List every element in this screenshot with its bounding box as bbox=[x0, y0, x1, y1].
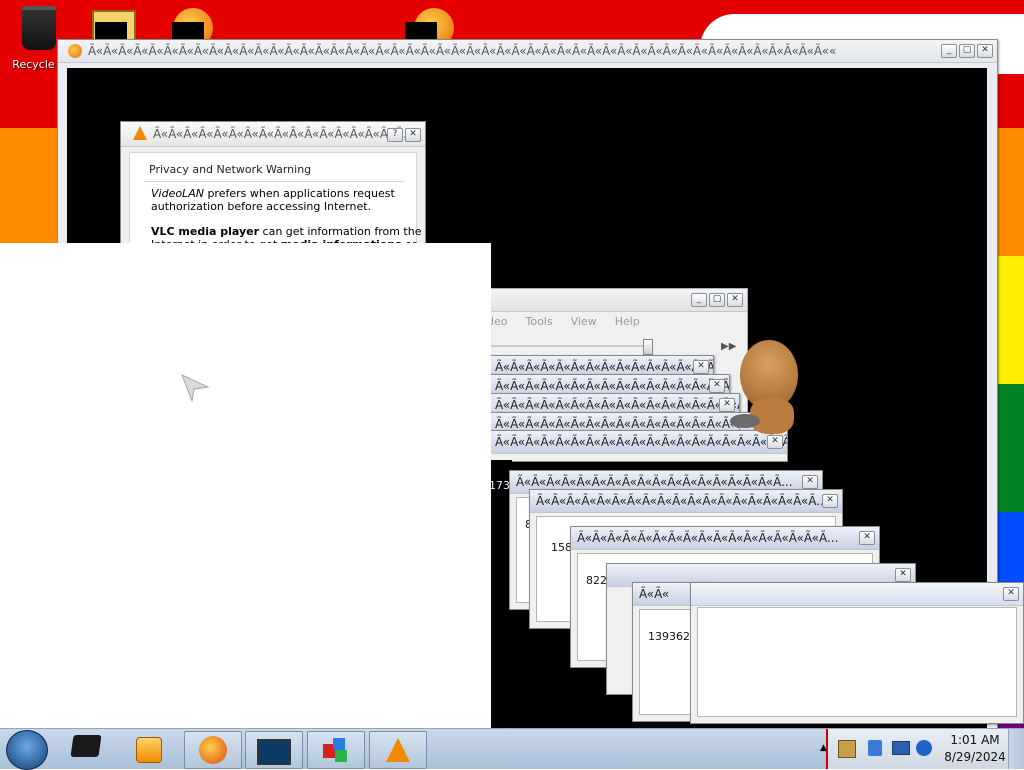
close-button[interactable]: ✕ bbox=[895, 568, 911, 582]
videolan-text: VideoLAN bbox=[151, 187, 204, 200]
menu-tools[interactable]: Tools bbox=[525, 315, 552, 333]
close-button[interactable]: ✕ bbox=[709, 379, 725, 393]
redacted-icon-block bbox=[172, 22, 204, 40]
minimize-button[interactable]: _ bbox=[941, 44, 957, 58]
dialog-line-3: VLC media player can get information fro… bbox=[151, 225, 421, 238]
dialog-line-1: VideoLAN prefers when applications reque… bbox=[151, 187, 395, 200]
vlc-bold-text: VLC media player bbox=[151, 225, 260, 238]
close-button[interactable]: ✕ bbox=[693, 360, 709, 374]
taskbar-window[interactable] bbox=[245, 731, 303, 769]
popup-title: Ã«Ã« bbox=[639, 587, 670, 601]
redacted-icon-block bbox=[95, 22, 127, 40]
hamster-image bbox=[730, 340, 800, 436]
blank-window[interactable] bbox=[0, 243, 491, 729]
chevron-up-icon[interactable]: ▲ bbox=[820, 743, 827, 753]
menu-view[interactable]: View bbox=[571, 315, 597, 333]
redacted-icon-block bbox=[405, 22, 437, 40]
taskbar: ▲ 1:01 AM 8/29/2024 bbox=[0, 728, 1024, 770]
line1-text: prefers when applications request bbox=[203, 187, 395, 200]
vlc-privacy-dialog[interactable]: Ã«Ã«Ã«Ã«Ã«Ã«Ã«Ã«Ã«Ã«Ã«Ã«Ã«Ã«Ã«Ã«Ã... ? ✕… bbox=[120, 121, 426, 263]
number-text: 158 bbox=[551, 541, 572, 554]
popup-window[interactable]: ✕ bbox=[690, 582, 1024, 724]
show-desktop-button[interactable] bbox=[1008, 729, 1024, 769]
firefox-icon bbox=[68, 44, 82, 58]
close-button[interactable]: ✕ bbox=[405, 128, 421, 142]
monitor-icon bbox=[257, 739, 291, 765]
help-button[interactable]: ? bbox=[387, 128, 403, 142]
start-orb-icon[interactable] bbox=[6, 730, 48, 770]
tray-app-icon[interactable] bbox=[838, 740, 856, 758]
seek-slider[interactable] bbox=[643, 339, 653, 355]
system-tray: ▲ 1:01 AM 8/29/2024 bbox=[820, 729, 1024, 769]
vlc-cone-icon bbox=[133, 126, 147, 140]
line3-text: can get information from the bbox=[259, 225, 422, 238]
firefox-icon bbox=[199, 736, 227, 764]
close-button[interactable]: ✕ bbox=[977, 44, 993, 58]
popup-title: Ã«Ã«Ã«Ã«Ã«Ã«Ã«Ã«Ã«Ã«Ã«Ã«Ã«Ã«Ã«Ã«Ã... bbox=[577, 531, 839, 545]
clock-date[interactable]: 8/29/2024 bbox=[940, 750, 1010, 764]
popup-title: Ã«Ã«Ã«Ã«Ã«Ã«Ã«Ã«Ã«Ã«Ã«Ã«Ã«Ã«Ã«Ã«Ã... bbox=[495, 360, 714, 374]
dialog-title: Ã«Ã«Ã«Ã«Ã«Ã«Ã«Ã«Ã«Ã«Ã«Ã«Ã«Ã«Ã«Ã«Ã... bbox=[153, 127, 415, 141]
terminal-icon[interactable] bbox=[70, 735, 104, 761]
popup-title: Ã«Ã«Ã«Ã«Ã«Ã«Ã«Ã«Ã«Ã«Ã«Ã«Ã«Ã«Ã«Ã«Ã«Ã«Ã«Ã.… bbox=[495, 435, 788, 449]
maximize-button[interactable]: ▢ bbox=[709, 293, 725, 307]
window-title: Ã«Ã«Ã«Ã«Ã«Ã«Ã«Ã«Ã«Ã«Ã«Ã«Ã«Ã«Ã«Ã«Ã«Ã«Ã«Ã«… bbox=[88, 44, 837, 58]
popup-title: Ã«Ã«Ã«Ã«Ã«Ã«Ã«Ã«Ã«Ã«Ã«Ã«Ã«Ã«Ã«Ã«Ã«Ã... bbox=[516, 475, 793, 489]
taskbar-vlc[interactable] bbox=[369, 731, 427, 769]
paper-plane-icon bbox=[181, 374, 210, 403]
vlc-cone-icon bbox=[386, 738, 410, 762]
media-player-icon[interactable] bbox=[136, 737, 162, 763]
popup-title: Ã«Ã«Ã«Ã«Ã«Ã«Ã«Ã«Ã«Ã«Ã«Ã«Ã«Ã«Ã«Ã«Ã... bbox=[495, 379, 730, 393]
close-button[interactable]: ✕ bbox=[822, 494, 838, 508]
close-button[interactable]: ✕ bbox=[802, 475, 818, 489]
popup-title: Ã«Ã«Ã«Ã«Ã«Ã«Ã«Ã«Ã«Ã«Ã«Ã«Ã«Ã«Ã«Ã«Ã«Ã... bbox=[495, 417, 760, 431]
close-button[interactable]: ✕ bbox=[859, 531, 875, 545]
cube-icon bbox=[323, 738, 349, 762]
close-button[interactable]: ✕ bbox=[767, 435, 783, 449]
menu-help[interactable]: Help bbox=[615, 315, 640, 333]
maximize-button[interactable]: ▢ bbox=[959, 44, 975, 58]
close-button[interactable]: ✕ bbox=[1003, 587, 1019, 601]
taskbar-firefox[interactable] bbox=[184, 731, 242, 769]
popup-title: Ã«Ã«Ã«Ã«Ã«Ã«Ã«Ã«Ã«Ã«Ã«Ã«Ã«Ã«Ã«Ã«Ã«Ã... bbox=[495, 398, 739, 412]
popup-title: Ã«Ã«Ã«Ã«Ã«Ã«Ã«Ã«Ã«Ã«Ã«Ã«Ã«Ã«Ã«Ã«Ã«Ã«Ã... bbox=[536, 494, 828, 508]
clock-time[interactable]: 1:01 AM bbox=[940, 733, 1010, 747]
tray-network-icon[interactable] bbox=[868, 740, 882, 756]
tray-volume-icon[interactable] bbox=[916, 740, 932, 756]
taskbar-app[interactable] bbox=[307, 731, 365, 769]
dialog-line-2: authorization before accessing Internet. bbox=[151, 200, 372, 213]
dialog-heading: Privacy and Network Warning bbox=[149, 163, 312, 176]
tray-display-icon[interactable] bbox=[892, 741, 910, 755]
close-button[interactable]: ✕ bbox=[727, 293, 743, 307]
minimize-button[interactable]: _ bbox=[691, 293, 707, 307]
